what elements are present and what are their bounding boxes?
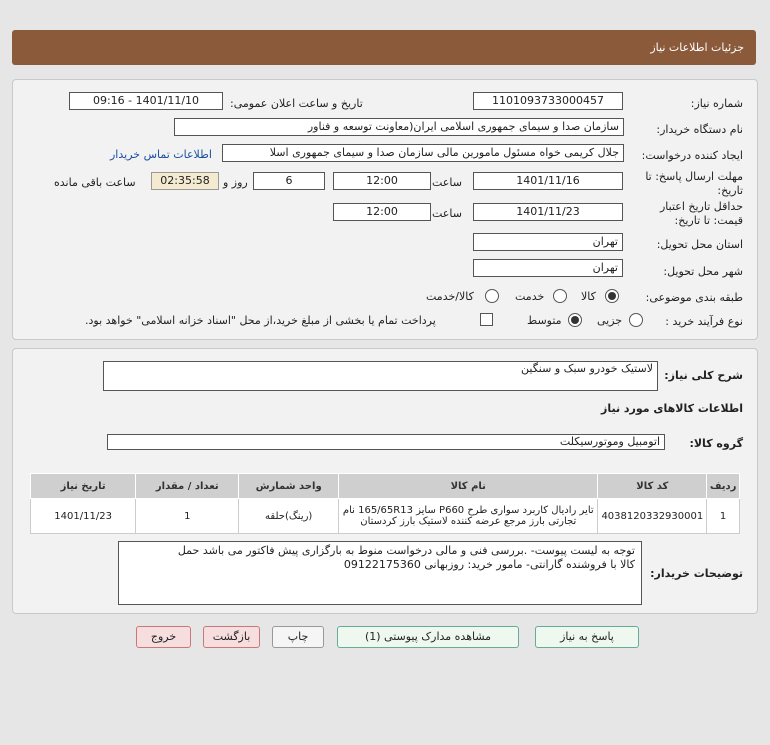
- deadline-date-field: 1401/11/16: [473, 172, 623, 190]
- requester-label: ایجاد کننده درخواست:: [641, 149, 743, 162]
- need-number-field: 1101093733000457: [473, 92, 623, 110]
- cell-goods-code: 4038120332930001: [597, 498, 708, 534]
- buyer-org-label: نام دستگاه خریدار:: [656, 123, 743, 136]
- process-option-medium: متوسط: [527, 314, 562, 327]
- goods-table: ردیف کد کالا نام کالا واحد شمارش تعداد /…: [29, 473, 740, 534]
- header-unit: واحد شمارش: [238, 473, 340, 499]
- summary-label: شرح کلی نیاز:: [664, 369, 743, 382]
- process-radio-minor[interactable]: [629, 313, 643, 327]
- cell-row-number: 1: [706, 498, 740, 534]
- category-option-goods-service: کالا/خدمت: [426, 290, 474, 303]
- deadline-time-field: 12:00: [333, 172, 431, 190]
- cell-goods-name: تایر رادیال کاربرد سواری طرح P660 سایز 1…: [338, 498, 599, 534]
- treasury-payment-checkbox[interactable]: [480, 313, 493, 326]
- announce-field: 1401/11/10 - 09:16: [69, 92, 223, 110]
- deadline-label-2: تاریخ:: [717, 184, 743, 197]
- validity-time-field: 12:00: [333, 203, 431, 221]
- days-field: 6: [253, 172, 325, 190]
- buyer-contact-link[interactable]: اطلاعات تماس خریدار: [110, 148, 212, 161]
- category-radio-service[interactable]: [553, 289, 567, 303]
- process-option-minor: جزیی: [597, 314, 623, 327]
- validity-label-2: قیمت: تا تاریخ:: [674, 214, 743, 227]
- goods-group-label: گروه کالا:: [689, 437, 743, 450]
- city-label: شهر محل تحویل:: [663, 265, 743, 278]
- header-need-date: تاریخ نیاز: [29, 473, 137, 499]
- process-radio-medium[interactable]: [568, 313, 582, 327]
- header-goods-code: کد کالا: [597, 473, 708, 499]
- page-header: جزئیات اطلاعات نیاز: [12, 30, 756, 65]
- cell-quantity: 1: [135, 498, 240, 534]
- header-quantity: تعداد / مقدار: [135, 473, 240, 499]
- category-label: طبقه بندی موضوعی:: [645, 291, 743, 304]
- buyer-notes-field: توجه به لیست پیوست- .بررسی فنی و مالی در…: [118, 541, 642, 605]
- buyer-notes-line-2: کالا با فروشنده گارانتی- مامور خرید: روز…: [343, 558, 635, 571]
- goods-name-line-1: تایر رادیال کاربرد سواری طرح P660 سایز 1…: [342, 505, 594, 516]
- print-button[interactable]: چاپ: [272, 626, 324, 648]
- province-field: تهران: [473, 233, 623, 251]
- validity-date-field: 1401/11/23: [473, 203, 623, 221]
- category-radio-goods[interactable]: [605, 289, 619, 303]
- deadline-label-1: مهلت ارسال پاسخ: تا: [645, 170, 743, 183]
- category-option-service: خدمت: [515, 290, 545, 303]
- goods-group-field: اتومبیل وموتورسیکلت: [107, 434, 665, 450]
- remaining-label: ساعت باقی مانده: [54, 176, 136, 189]
- table-row: 1 4038120332930001 تایر رادیال کاربرد سو…: [29, 498, 740, 534]
- exit-button[interactable]: خروج: [136, 626, 191, 648]
- buyer-org-field: سازمان صدا و سیمای جمهوری اسلامی ایران(م…: [174, 118, 624, 136]
- attachments-button[interactable]: مشاهده مدارک پیوستی (1): [337, 626, 519, 648]
- header-row-number: ردیف: [706, 473, 740, 499]
- buyer-notes-line-1: توجه به لیست پیوست- .بررسی فنی و مالی در…: [177, 544, 635, 557]
- goods-info-title: اطلاعات کالاهای مورد نیاز: [601, 402, 743, 415]
- category-radio-goods-service[interactable]: [485, 289, 499, 303]
- payment-note: پرداخت تمام یا بخشی از مبلغ خرید،از محل …: [85, 314, 436, 327]
- buyer-notes-label: توضیحات خریدار:: [650, 567, 743, 580]
- header-goods-name: نام کالا: [338, 473, 599, 499]
- reply-button[interactable]: پاسخ به نیاز: [535, 626, 639, 648]
- summary-field: لاستیک خودرو سبک و سنگین: [103, 361, 658, 391]
- validity-time-label: ساعت: [432, 207, 462, 220]
- deadline-time-label: ساعت: [432, 176, 462, 189]
- back-button[interactable]: بازگشت: [203, 626, 260, 648]
- page-title: جزئیات اطلاعات نیاز: [650, 41, 744, 54]
- remaining-time-field: 02:35:58: [151, 172, 219, 190]
- announce-label: تاریخ و ساعت اعلان عمومی:: [230, 97, 363, 110]
- validity-label-1: حداقل تاریخ اعتبار: [659, 200, 743, 213]
- cell-need-date: 1401/11/23: [29, 498, 137, 534]
- process-label: نوع فرآیند خرید :: [665, 315, 743, 328]
- city-field: تهران: [473, 259, 623, 277]
- table-header-row: ردیف کد کالا نام کالا واحد شمارش تعداد /…: [29, 473, 740, 499]
- category-option-goods: کالا: [581, 290, 596, 303]
- province-label: استان محل تحویل:: [656, 238, 743, 251]
- requester-field: جلال کریمی خواه مسئول مامورین مالی سازما…: [222, 144, 624, 162]
- need-number-label: شماره نیاز:: [690, 97, 743, 110]
- days-label: روز و: [223, 176, 248, 189]
- goods-name-line-2: تجارتی بارز مرجع عرضه کننده لاستیک بارز …: [360, 516, 577, 527]
- cell-unit: (رینگ)حلقه: [238, 498, 340, 534]
